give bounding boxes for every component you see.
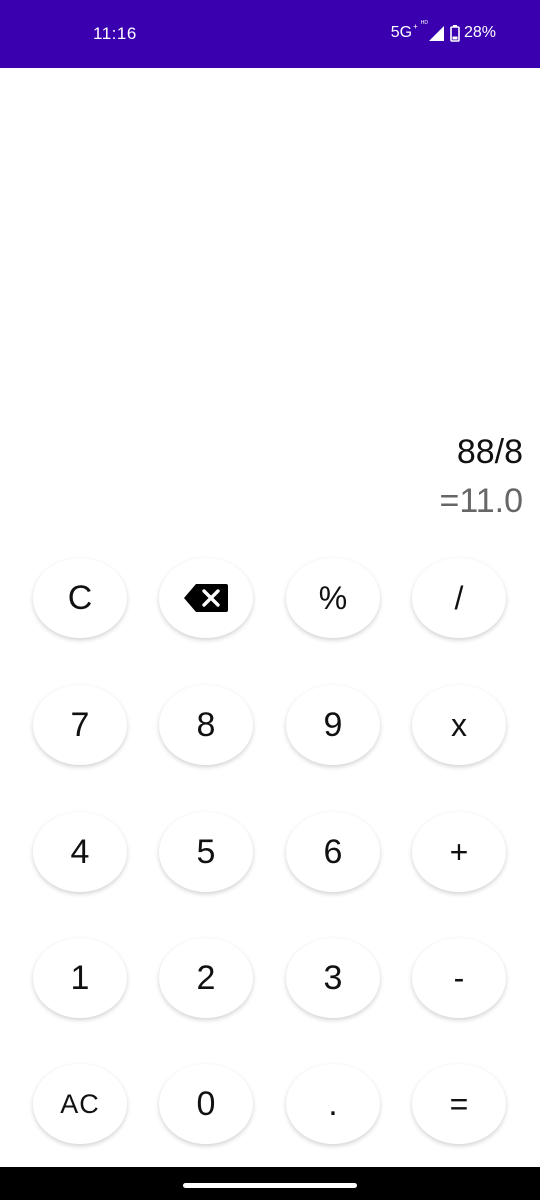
backspace-button[interactable] xyxy=(159,558,253,638)
backspace-icon xyxy=(184,584,228,612)
network-plus: + xyxy=(413,22,418,31)
digit-7-button[interactable]: 7 xyxy=(33,685,127,765)
status-time: 11:16 xyxy=(93,24,137,43)
digit-3-button[interactable]: 3 xyxy=(286,938,380,1018)
digit-0-button[interactable]: 0 xyxy=(159,1064,253,1144)
result-text: =11.0 xyxy=(439,482,523,520)
decimal-button[interactable]: . xyxy=(286,1064,380,1144)
clear-button[interactable]: C xyxy=(33,558,127,638)
hd-label: HD xyxy=(420,20,428,26)
digit-5-button[interactable]: 5 xyxy=(159,812,253,892)
plus-button[interactable]: + xyxy=(412,812,506,892)
battery-icon xyxy=(450,24,460,42)
home-gesture-handle[interactable] xyxy=(183,1183,357,1188)
divide-button[interactable]: / xyxy=(412,558,506,638)
navigation-bar xyxy=(0,1167,540,1200)
digit-6-button[interactable]: 6 xyxy=(286,812,380,892)
signal-icon xyxy=(428,25,444,41)
expression-text: 88/8 xyxy=(456,433,523,471)
all-clear-button[interactable]: AC xyxy=(33,1064,127,1144)
network-indicator: 5G + HD xyxy=(390,20,428,42)
status-indicators: 5G + HD 28% xyxy=(390,20,496,42)
battery-percent: 28% xyxy=(463,24,496,41)
digit-1-button[interactable]: 1 xyxy=(33,938,127,1018)
digit-4-button[interactable]: 4 xyxy=(33,812,127,892)
multiply-button[interactable]: x xyxy=(412,685,506,765)
network-type: 5G xyxy=(390,24,413,41)
digit-2-button[interactable]: 2 xyxy=(159,938,253,1018)
equals-button[interactable]: = xyxy=(412,1064,506,1144)
status-bar: 11:16 5G + HD 28% xyxy=(0,0,540,68)
digit-9-button[interactable]: 9 xyxy=(286,685,380,765)
percent-button[interactable]: % xyxy=(286,558,380,638)
minus-button[interactable]: - xyxy=(412,938,506,1018)
digit-8-button[interactable]: 8 xyxy=(159,685,253,765)
